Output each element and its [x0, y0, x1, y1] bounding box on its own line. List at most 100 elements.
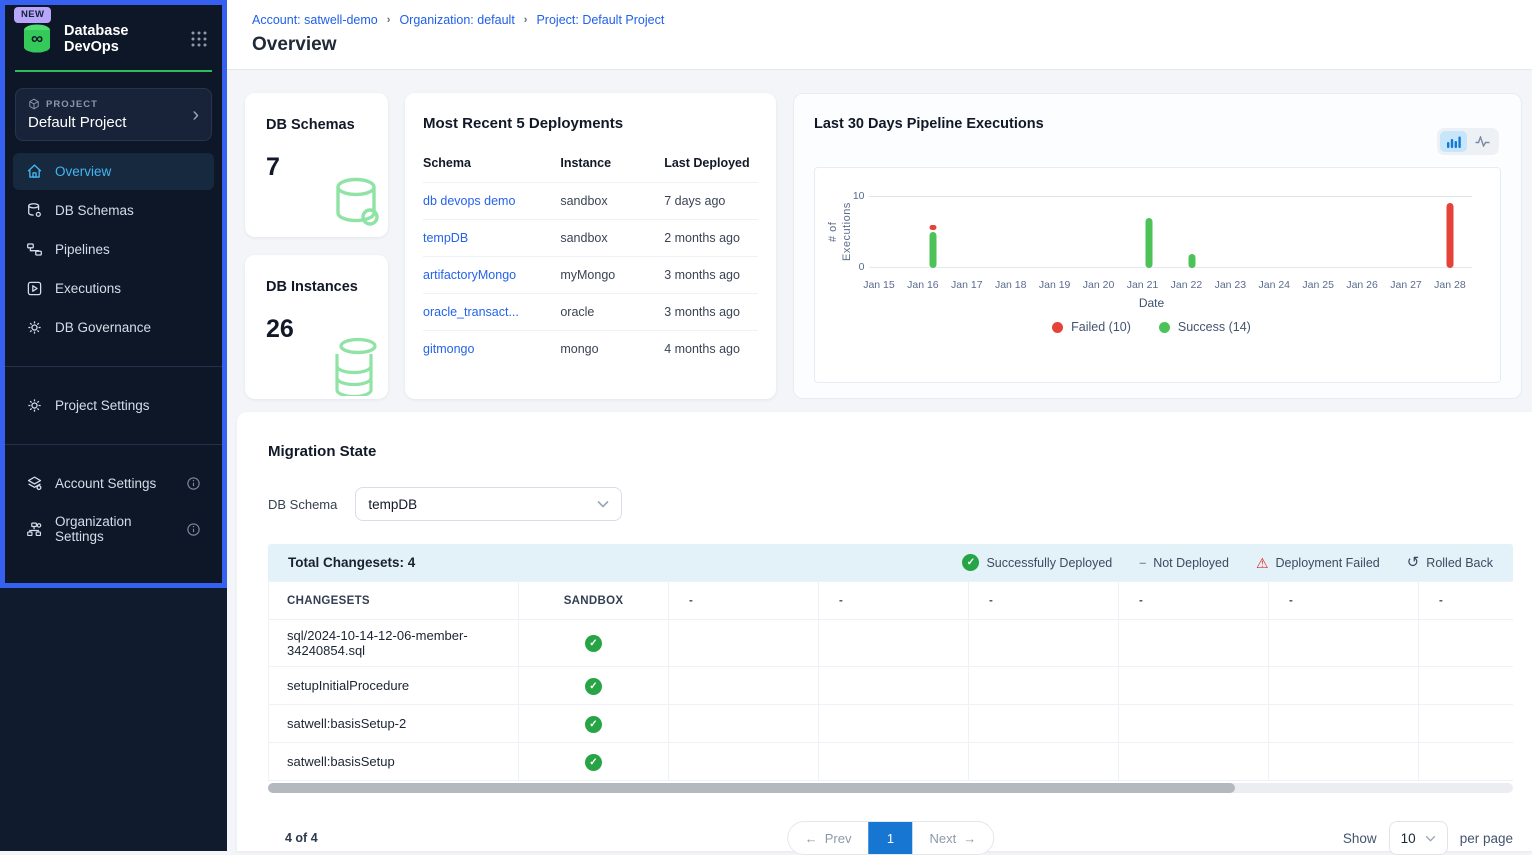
instance-cell: sandbox	[560, 183, 664, 220]
legend-dot-icon	[1052, 322, 1063, 333]
chart-legend: Failed (10)Success (14)	[827, 320, 1476, 334]
page-1-button[interactable]: 1	[869, 821, 913, 855]
db-schema-select[interactable]: tempDB	[355, 487, 622, 521]
sidebar-divider	[5, 444, 222, 445]
bar-chart-toggle-button[interactable]	[1440, 131, 1467, 152]
changesets-column-header: -	[819, 582, 969, 620]
executions-chart: # of Executions 10 0 Jan 15Jan 16Jan 17J…	[814, 167, 1501, 383]
changeset-name-cell: setupInitialProcedure	[269, 667, 519, 705]
database-outline-icon	[328, 174, 386, 234]
breadcrumb-organization[interactable]: Organization: default	[399, 13, 514, 27]
check-circle-icon	[585, 754, 602, 771]
empty-cell	[969, 705, 1119, 743]
breadcrumb-project[interactable]: Project: Default Project	[536, 13, 664, 27]
chart-slot-jan-18	[998, 196, 1041, 268]
check-circle-icon	[585, 635, 602, 652]
empty-cell	[1269, 667, 1419, 705]
scrollbar-thumb[interactable]	[268, 783, 1235, 793]
empty-cell	[669, 667, 819, 705]
db-schema-label: DB Schema	[268, 497, 337, 512]
legend-dot-icon	[1159, 322, 1170, 333]
sandbox-status-cell	[519, 667, 669, 705]
schema-link[interactable]: gitmongo	[423, 342, 474, 356]
next-page-button[interactable]: Next →	[913, 822, 994, 854]
success-bar	[1188, 254, 1195, 268]
changeset-name-cell: satwell:basisSetup-2	[269, 705, 519, 743]
deployment-row: tempDBsandbox2 months ago	[423, 220, 758, 257]
empty-cell	[969, 620, 1119, 667]
check-circle-icon	[962, 554, 979, 571]
stat-title: DB Instances	[266, 279, 388, 295]
empty-cell	[1419, 743, 1514, 781]
changesets-column-header: -	[1269, 582, 1419, 620]
changeset-row: sql/2024-10-14-12-06-member-34240854.sql	[269, 620, 1514, 667]
play-icon	[26, 280, 43, 297]
empty-cell	[1419, 667, 1514, 705]
home-icon	[26, 163, 43, 180]
project-selector[interactable]: PROJECT Default Project ›	[15, 88, 212, 141]
sidebar: NEW ∞ Database DevOps	[0, 0, 227, 851]
info-icon[interactable]	[186, 476, 201, 491]
empty-cell	[669, 705, 819, 743]
chart-slot-jan-19	[1041, 196, 1084, 268]
empty-cell	[819, 620, 969, 667]
schema-link[interactable]: db devops demo	[423, 194, 515, 208]
arrow-left-icon: ←	[805, 831, 818, 846]
sidebar-nav: Overview DB Schemas Pipelines Execut	[5, 153, 222, 554]
brand-divider	[15, 70, 212, 72]
arrow-right-icon: →	[963, 831, 976, 846]
schema-link[interactable]: tempDB	[423, 231, 468, 245]
instance-cell: sandbox	[560, 220, 664, 257]
sidebar-item-db-governance[interactable]: DB Governance	[13, 309, 214, 346]
sidebar-item-label: Overview	[55, 164, 111, 179]
check-circle-icon	[585, 678, 602, 695]
sidebar-item-db-schemas[interactable]: DB Schemas	[13, 192, 214, 229]
sidebar-item-organization-settings[interactable]: Organization Settings	[13, 504, 214, 554]
schema-link[interactable]: artifactoryMongo	[423, 268, 516, 282]
page-size-select[interactable]: 10	[1389, 821, 1448, 855]
chart-x-tick-labels: Jan 15Jan 16Jan 17Jan 18Jan 19Jan 20Jan …	[857, 279, 1472, 291]
changesets-column-header: -	[969, 582, 1119, 620]
changesets-column-header: -	[1119, 582, 1269, 620]
sidebar-item-pipelines[interactable]: Pipelines	[13, 231, 214, 268]
sidebar-item-overview[interactable]: Overview	[13, 153, 214, 190]
org-gear-icon	[26, 521, 43, 538]
pipeline-icon	[26, 241, 43, 258]
migration-state-title: Migration State	[268, 443, 1532, 460]
line-chart-toggle-button[interactable]	[1469, 131, 1496, 152]
sidebar-item-executions[interactable]: Executions	[13, 270, 214, 307]
apps-grid-icon[interactable]	[190, 30, 208, 48]
project-label: PROJECT	[46, 99, 98, 110]
sidebar-item-project-settings[interactable]: Project Settings	[13, 387, 214, 424]
changesets-column-header: -	[1419, 582, 1514, 620]
total-changesets-label: Total Changesets: 4	[288, 555, 415, 570]
chart-plot-area: 10 0	[869, 196, 1473, 268]
empty-cell	[1119, 667, 1269, 705]
info-icon[interactable]	[186, 522, 201, 537]
y-tick-0: 0	[847, 261, 865, 273]
instance-cell: oracle	[560, 294, 664, 331]
prev-page-button[interactable]: ← Prev	[788, 822, 869, 854]
schema-link[interactable]: oracle_transact...	[423, 305, 519, 319]
chart-type-toggle	[1437, 128, 1499, 155]
chart-slot-jan-28	[1429, 196, 1472, 268]
sidebar-item-label: DB Governance	[55, 320, 151, 335]
sidebar-item-account-settings[interactable]: Account Settings	[13, 465, 214, 502]
chevron-right-icon: ›	[192, 105, 199, 125]
chart-slot-jan-24	[1256, 196, 1299, 268]
sidebar-item-label: Executions	[55, 281, 121, 296]
breadcrumb-account[interactable]: Account: satwell-demo	[252, 13, 378, 27]
sandbox-status-cell	[519, 620, 669, 667]
sidebar-highlight-outline: NEW ∞ Database DevOps	[0, 0, 227, 588]
column-header-instance: Instance	[560, 146, 664, 183]
legend-label: Deployment Failed	[1276, 556, 1380, 570]
gear-icon	[26, 319, 43, 336]
overview-cards-row: DB Schemas 7 DB Instances 26 Most Recent…	[245, 93, 1522, 399]
chart-slot-jan-26	[1343, 196, 1386, 268]
last-deployed-cell: 3 months ago	[664, 294, 758, 331]
page-header: Account: satwell-demo › Organization: de…	[227, 0, 1532, 70]
sandbox-status-cell	[519, 705, 669, 743]
svg-text:∞: ∞	[31, 29, 43, 48]
changesets-section: Total Changesets: 4 Successfully Deploye…	[268, 544, 1513, 781]
horizontal-scrollbar[interactable]	[268, 783, 1513, 793]
